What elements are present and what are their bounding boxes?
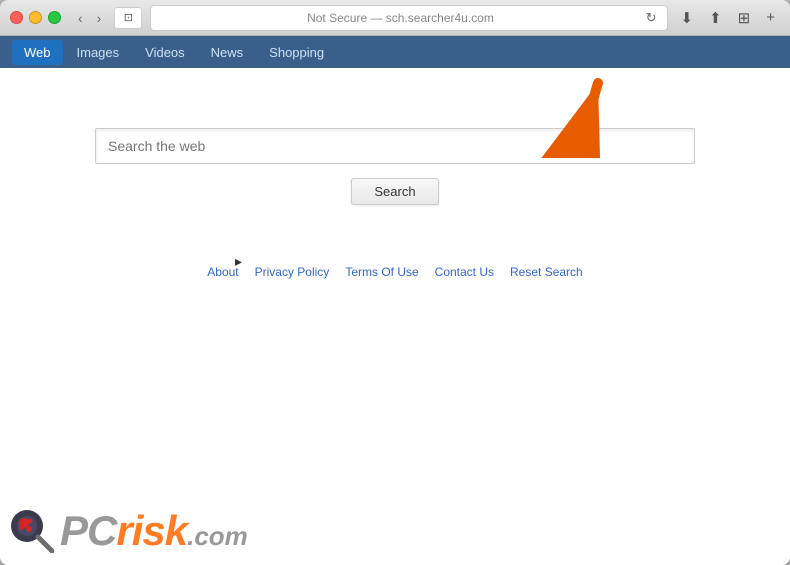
browser-window: ‹ › ⊡ Not Secure — sch.searcher4u.com ↻ …	[0, 0, 790, 565]
search-form: Search	[95, 128, 695, 205]
maximize-button[interactable]	[48, 11, 61, 24]
title-bar: ‹ › ⊡ Not Secure — sch.searcher4u.com ↻ …	[0, 0, 790, 36]
logo-risk: risk	[116, 507, 187, 555]
tab-bar-area: ⊡ Not Secure — sch.searcher4u.com ↻	[114, 5, 667, 31]
tab-videos[interactable]: Videos	[133, 40, 197, 65]
logo-dotcom: .com	[187, 521, 248, 552]
footer-link-privacy[interactable]: Privacy Policy	[255, 265, 330, 279]
add-tab-button[interactable]: +	[761, 7, 780, 28]
logo-text: PC risk .com	[60, 507, 248, 555]
watermark: PC risk .com	[10, 507, 248, 555]
share-button[interactable]: ⬆	[704, 7, 727, 29]
nav-buttons: ‹ ›	[73, 8, 106, 28]
forward-button[interactable]: ›	[92, 8, 107, 28]
page-content: Search ▸ About Privacy Policy Terms Of U…	[0, 68, 790, 565]
reload-button[interactable]: ↻	[646, 10, 657, 26]
logo-icon	[10, 509, 54, 553]
tab-news[interactable]: News	[199, 40, 256, 65]
address-text: Not Secure — sch.searcher4u.com	[161, 11, 639, 25]
footer-link-about[interactable]: About	[207, 265, 238, 279]
nav-tabs: Web Images Videos News Shopping	[0, 36, 790, 68]
download-button[interactable]: ⬇	[676, 7, 699, 29]
traffic-lights	[10, 11, 61, 24]
search-button[interactable]: Search	[351, 178, 438, 205]
search-input[interactable]	[95, 128, 695, 164]
footer-link-contact[interactable]: Contact Us	[435, 265, 494, 279]
minimize-button[interactable]	[29, 11, 42, 24]
close-button[interactable]	[10, 11, 23, 24]
logo-pc: PC	[60, 507, 116, 555]
toolbar-icons: ⬇ ⬆ ⊞ +	[676, 7, 781, 29]
tab-web[interactable]: Web	[12, 40, 63, 65]
footer-links: About Privacy Policy Terms Of Use Contac…	[207, 265, 582, 279]
footer-link-reset[interactable]: Reset Search	[510, 265, 583, 279]
footer-link-terms[interactable]: Terms Of Use	[345, 265, 418, 279]
tab-manage-button[interactable]: ⊞	[733, 7, 756, 29]
address-bar[interactable]: Not Secure — sch.searcher4u.com ↻	[150, 5, 667, 31]
tab-icon[interactable]: ⊡	[114, 7, 142, 29]
back-button[interactable]: ‹	[73, 8, 88, 28]
tab-shopping[interactable]: Shopping	[257, 40, 336, 65]
tab-images[interactable]: Images	[65, 40, 132, 65]
